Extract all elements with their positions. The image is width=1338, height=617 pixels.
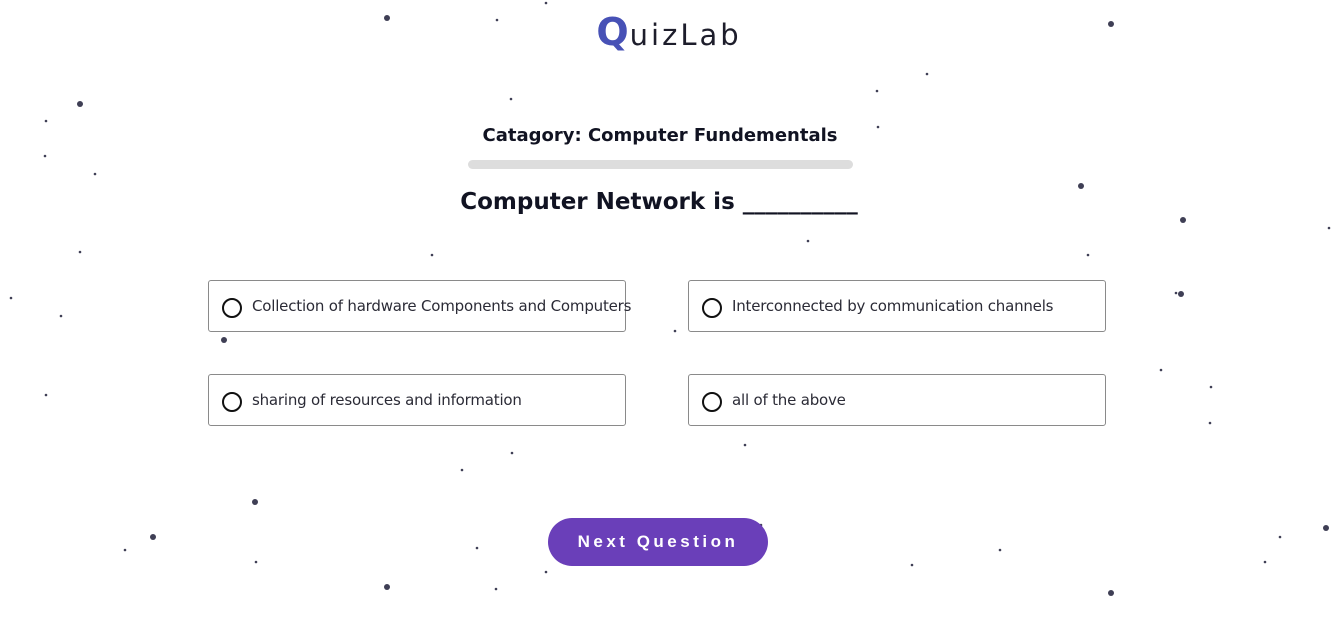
quizlab-logo: QuizLab (0, 10, 1338, 54)
answer-option-label: sharing of resources and information (252, 391, 522, 409)
answer-option-1[interactable]: Collection of hardware Components and Co… (208, 280, 631, 332)
answer-option-2[interactable]: Interconnected by communication channels (688, 280, 1106, 332)
radio-button[interactable] (702, 298, 722, 318)
answer-option-label: Interconnected by communication channels (732, 297, 1054, 315)
question-text: Computer Network is __________ (460, 189, 858, 215)
radio-button[interactable] (222, 392, 242, 412)
logo-text: uizLab (629, 18, 742, 52)
answer-option-label: all of the above (732, 391, 846, 409)
answer-option-label: Collection of hardware Components and Co… (252, 297, 632, 315)
answer-option-3[interactable]: sharing of resources and information (208, 374, 626, 426)
radio-button[interactable] (702, 392, 722, 412)
next-question-button[interactable]: Next Question (548, 518, 768, 566)
progress-bar (468, 160, 853, 169)
radio-button[interactable] (222, 298, 242, 318)
answer-option-4[interactable]: all of the above (688, 374, 1106, 426)
category-label: Catagory: Computer Fundementals (482, 125, 838, 146)
logo-initial: Q (596, 10, 630, 54)
